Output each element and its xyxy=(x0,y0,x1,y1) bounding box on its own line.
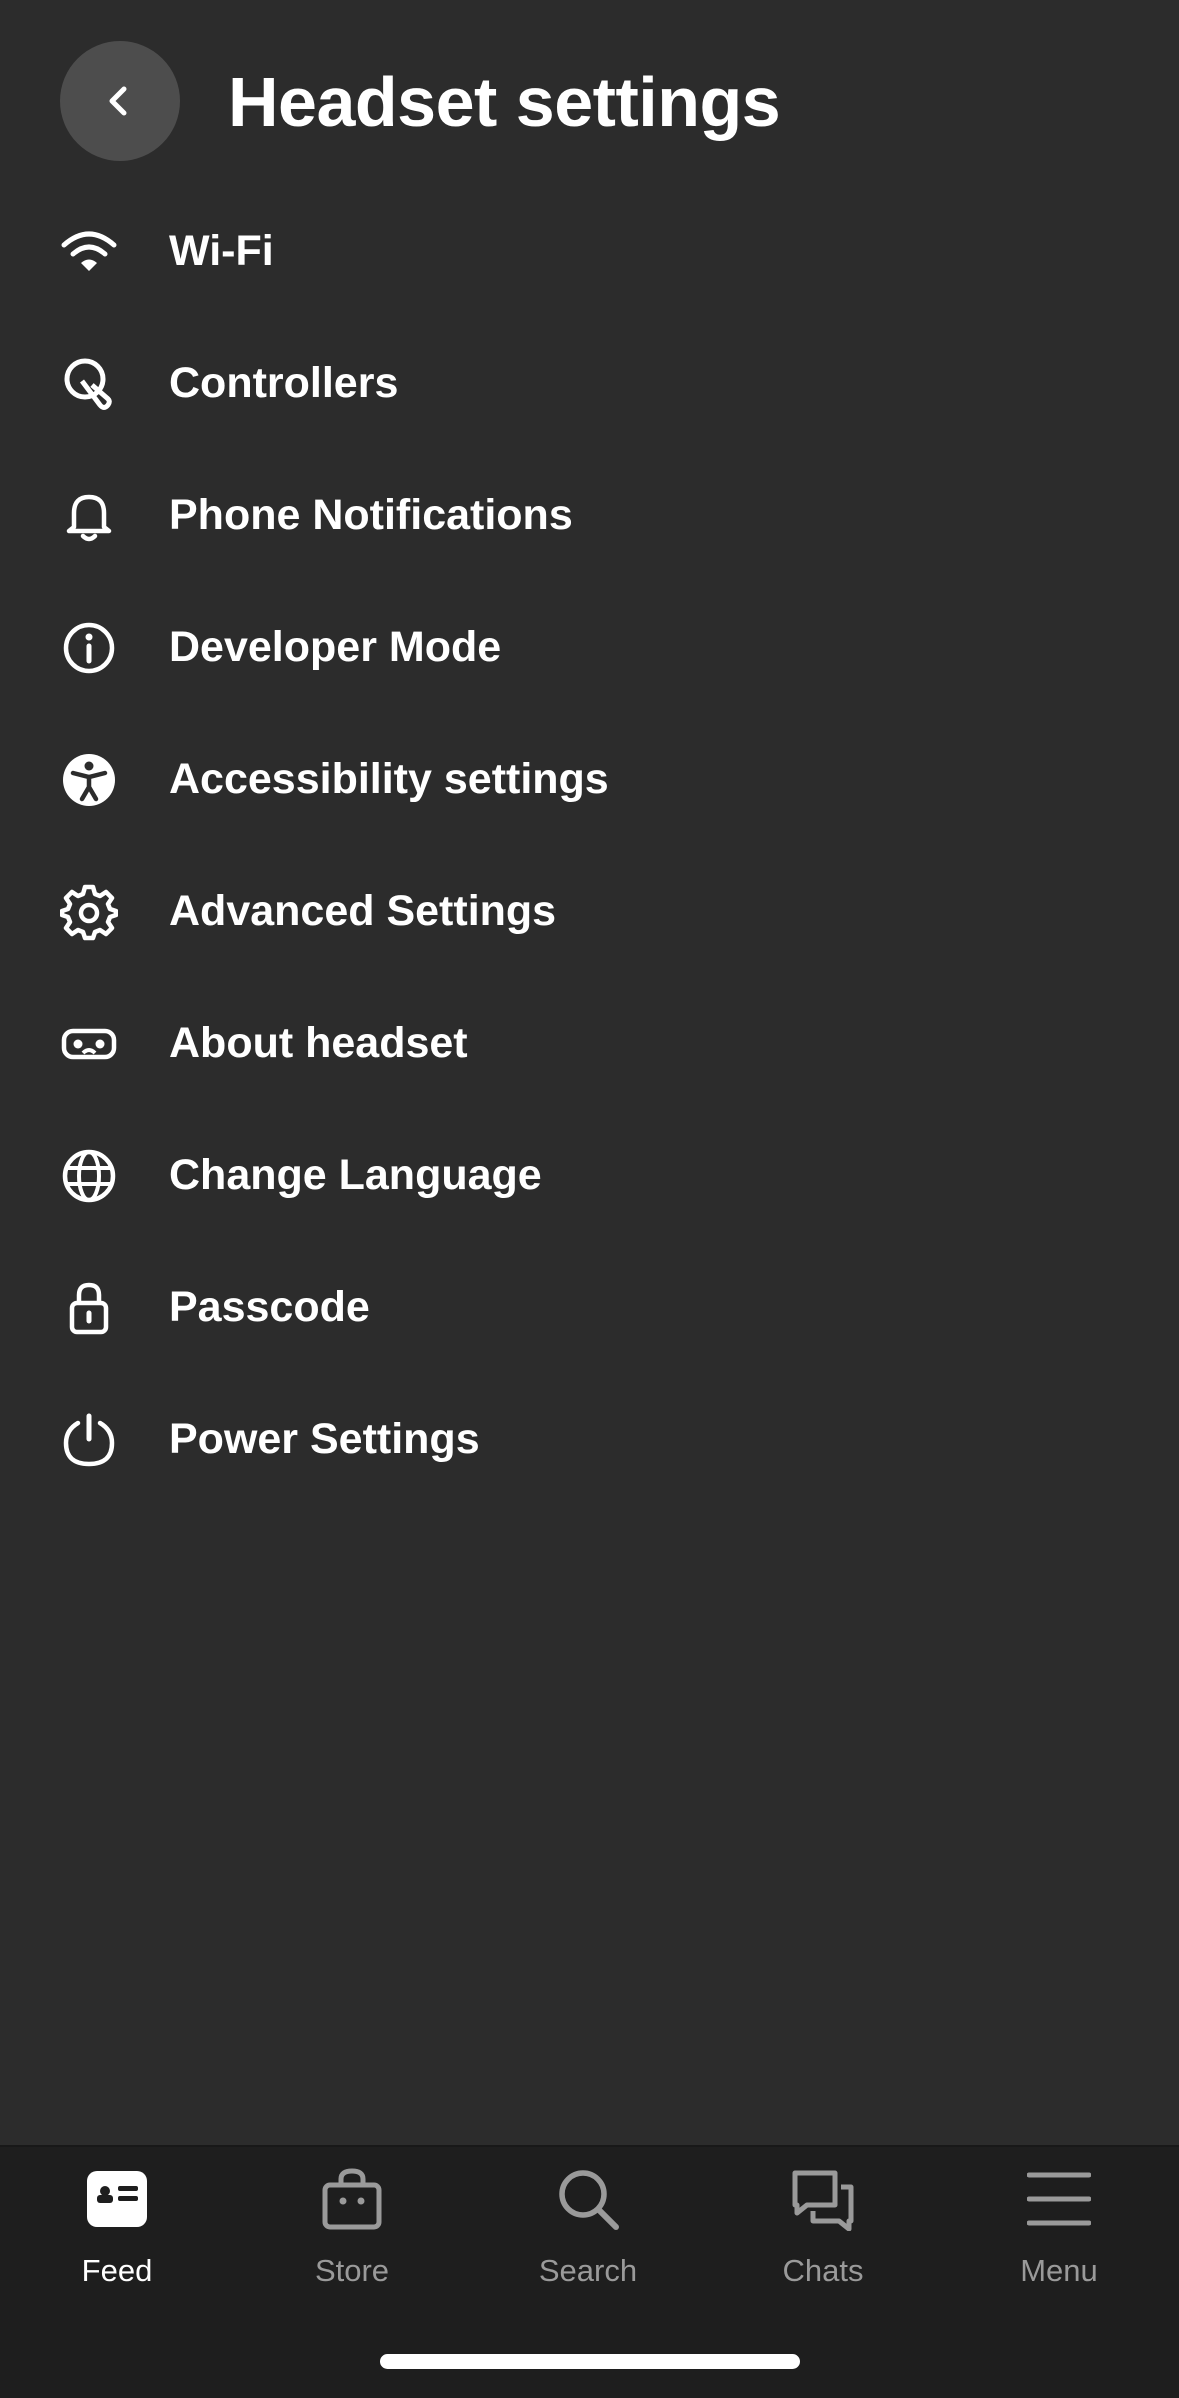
globe-icon xyxy=(58,1145,120,1207)
lock-icon xyxy=(58,1277,120,1339)
settings-item-controllers[interactable]: Controllers xyxy=(0,317,1179,449)
tab-label: Store xyxy=(314,2253,390,2288)
tab-label: Chats xyxy=(782,2253,864,2288)
settings-item-change-language[interactable]: Change Language xyxy=(0,1109,1179,1241)
settings-item-label: Accessibility settings xyxy=(169,755,609,803)
info-icon xyxy=(58,617,120,679)
tab-search[interactable]: Search xyxy=(488,2167,688,2317)
settings-item-label: Passcode xyxy=(169,1283,370,1331)
search-icon xyxy=(556,2167,620,2231)
home-indicator[interactable] xyxy=(380,2354,800,2369)
tab-store[interactable]: Store xyxy=(252,2167,452,2317)
wifi-icon xyxy=(58,221,120,283)
tab-label: Feed xyxy=(81,2253,153,2288)
accessibility-icon xyxy=(58,749,120,811)
settings-item-accessibility[interactable]: Accessibility settings xyxy=(0,713,1179,845)
hamburger-menu-icon xyxy=(1027,2167,1091,2231)
chevron-left-icon xyxy=(109,86,127,116)
chat-bubbles-icon xyxy=(791,2167,855,2231)
settings-item-label: Controllers xyxy=(169,359,399,407)
settings-item-advanced-settings[interactable]: Advanced Settings xyxy=(0,845,1179,977)
settings-list: Wi-Fi Controllers Phone Notifications De… xyxy=(0,185,1179,1505)
tab-label: Menu xyxy=(1020,2253,1098,2288)
back-button[interactable] xyxy=(60,41,180,161)
settings-item-label: Developer Mode xyxy=(169,623,502,671)
headset-icon xyxy=(58,1013,120,1075)
settings-item-label: Advanced Settings xyxy=(169,887,557,935)
tab-feed[interactable]: Feed xyxy=(17,2167,217,2317)
settings-item-phone-notifications[interactable]: Phone Notifications xyxy=(0,449,1179,581)
settings-item-about-headset[interactable]: About headset xyxy=(0,977,1179,1109)
gear-icon xyxy=(58,881,120,943)
bell-icon xyxy=(58,485,120,547)
settings-item-wifi[interactable]: Wi-Fi xyxy=(0,185,1179,317)
tab-label: Search xyxy=(538,2253,638,2288)
power-icon xyxy=(58,1409,120,1471)
tab-menu[interactable]: Menu xyxy=(959,2167,1159,2317)
settings-item-power-settings[interactable]: Power Settings xyxy=(0,1373,1179,1505)
settings-item-passcode[interactable]: Passcode xyxy=(0,1241,1179,1373)
header: Headset settings xyxy=(0,0,1179,200)
settings-item-label: About headset xyxy=(169,1019,468,1067)
store-bag-icon xyxy=(320,2167,384,2231)
settings-item-developer-mode[interactable]: Developer Mode xyxy=(0,581,1179,713)
settings-item-label: Wi-Fi xyxy=(169,227,274,275)
settings-item-label: Power Settings xyxy=(169,1415,480,1463)
settings-item-label: Change Language xyxy=(169,1151,542,1199)
page-title: Headset settings xyxy=(228,63,781,141)
settings-item-label: Phone Notifications xyxy=(169,491,573,539)
controller-icon xyxy=(58,353,120,415)
tab-chats[interactable]: Chats xyxy=(723,2167,923,2317)
feed-icon xyxy=(85,2167,149,2231)
